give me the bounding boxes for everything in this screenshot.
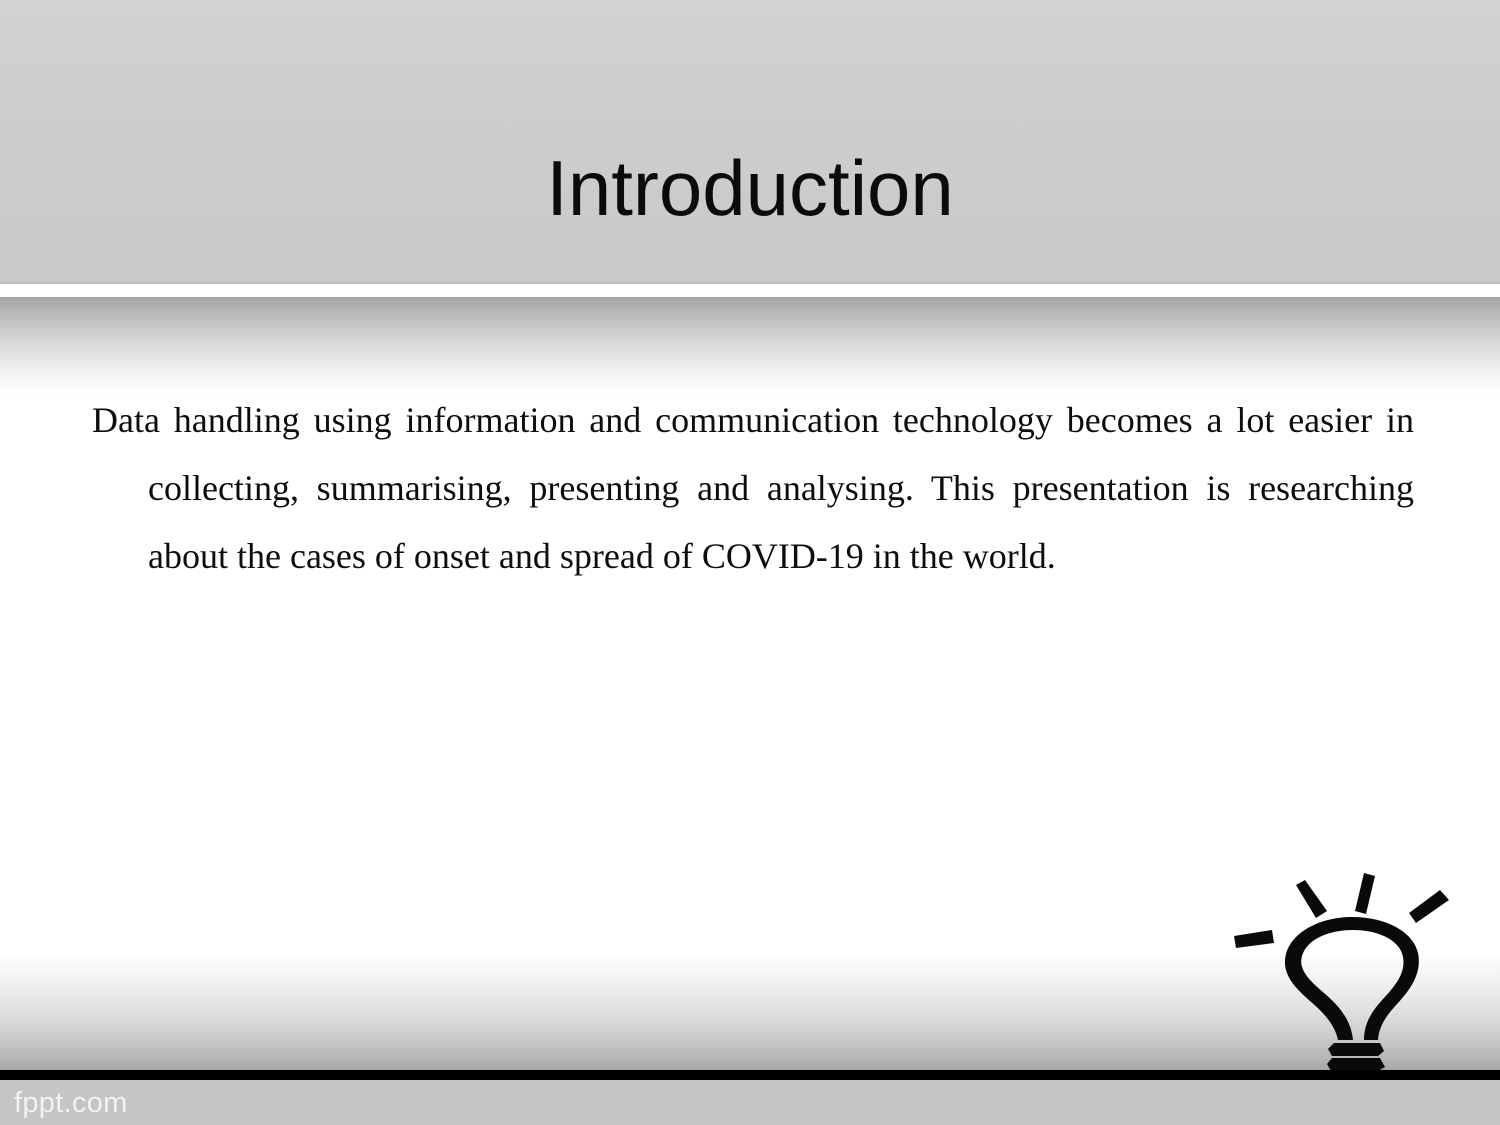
page-title: Introduction (546, 144, 954, 233)
footer-shadow-gradient (0, 952, 1500, 1070)
header-separator (0, 284, 1500, 297)
footer-divider-rule (0, 1070, 1500, 1080)
slide: Introduction Data handling using informa… (0, 0, 1500, 1125)
slide-header-band (0, 0, 1500, 284)
footer-band: fppt.com (0, 1080, 1500, 1125)
body-paragraph: Data handling using information and comm… (92, 400, 1414, 576)
body-content: Data handling using information and comm… (92, 386, 1414, 590)
header-shadow-gradient (0, 297, 1500, 395)
footer-brand-label[interactable]: fppt.com (14, 1086, 128, 1120)
